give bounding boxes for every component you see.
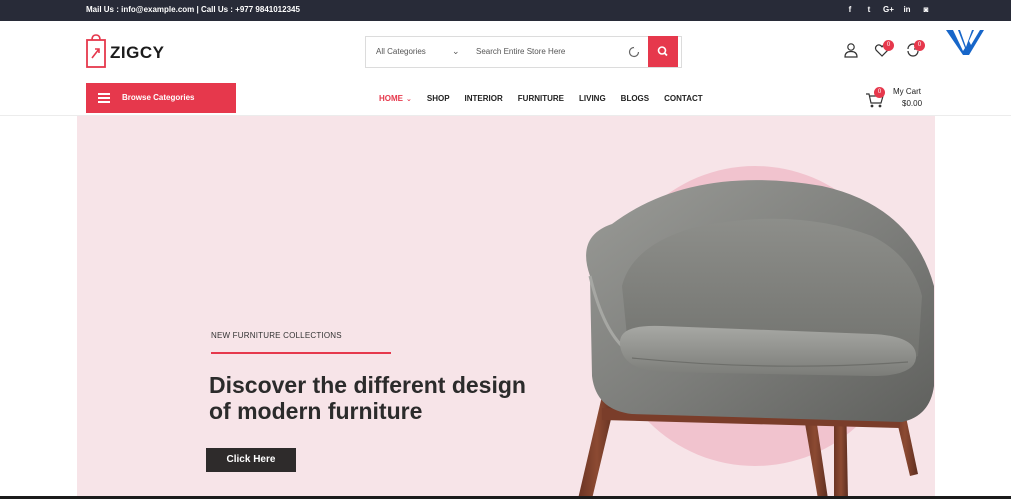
- nav-living[interactable]: LIVING: [579, 94, 606, 103]
- click-here-button[interactable]: Click Here: [206, 448, 296, 472]
- search-input[interactable]: Search Entire Store Here: [466, 37, 622, 67]
- linkedin-icon[interactable]: in: [902, 4, 912, 16]
- menu-icon: [98, 93, 110, 103]
- category-select[interactable]: All Categories ⌄: [366, 37, 466, 67]
- cart-count-badge: 0: [874, 87, 885, 98]
- account-button[interactable]: [843, 42, 859, 58]
- nav-shop[interactable]: SHOP: [427, 94, 450, 103]
- chevron-down-icon: ⌄: [452, 46, 460, 56]
- nav-furniture[interactable]: FURNITURE: [518, 94, 564, 103]
- nav-home[interactable]: HOME ⌄: [379, 94, 412, 103]
- hero-title-line-1: Discover the different design: [209, 372, 526, 398]
- nav-interior[interactable]: INTERIOR: [465, 94, 503, 103]
- hero-title: Discover the different design of modern …: [209, 372, 526, 424]
- user-icon: [844, 43, 858, 58]
- google-plus-icon[interactable]: G+: [883, 4, 894, 16]
- cart-button[interactable]: 0 My Cart $0.00: [865, 86, 931, 110]
- browse-categories-button[interactable]: Browse Categories: [86, 83, 236, 113]
- cart-total: $0.00: [902, 99, 923, 108]
- logo-text: ZIGCY: [110, 43, 165, 62]
- facebook-icon[interactable]: f: [845, 4, 855, 16]
- armchair-image: [578, 180, 934, 499]
- instagram-icon[interactable]: ◙: [921, 4, 931, 16]
- main-nav: HOME ⌄ SHOP INTERIOR FURNITURE LIVING BLO…: [379, 94, 718, 103]
- nav-home-label: HOME: [379, 94, 403, 103]
- browse-categories-label: Browse Categories: [122, 93, 195, 102]
- hero-subtitle: NEW FURNITURE COLLECTIONS: [211, 331, 342, 340]
- nav-blogs[interactable]: BLOGS: [621, 94, 649, 103]
- top-bar: Mail Us : info@example.com | Call Us : +…: [0, 0, 1011, 21]
- hero-accent-line: [211, 352, 391, 354]
- twitter-icon[interactable]: t: [864, 4, 874, 16]
- chevron-down-icon: ⌄: [406, 96, 412, 103]
- search-bar: All Categories ⌄ Search Entire Store Her…: [365, 36, 682, 68]
- compare-count-badge: 0: [914, 40, 925, 51]
- cart-label: My Cart: [893, 87, 921, 96]
- contact-info: Mail Us : info@example.com | Call Us : +…: [86, 5, 300, 14]
- site-logo[interactable]: ZIGCY: [86, 34, 164, 68]
- search-icon: [657, 46, 668, 57]
- hero-banner: NEW FURNITURE COLLECTIONS Discover the d…: [77, 116, 935, 499]
- social-links: f t G+ in ◙: [845, 4, 931, 16]
- wishlist-count-badge: 0: [883, 40, 894, 51]
- brand-watermark-icon: [946, 30, 984, 55]
- hero-title-line-2: of modern furniture: [209, 398, 423, 424]
- shopping-bag-icon: [86, 34, 106, 68]
- loading-spinner-icon: [622, 37, 648, 67]
- category-select-label: All Categories: [376, 47, 426, 56]
- nav-contact[interactable]: CONTACT: [664, 94, 703, 103]
- search-button[interactable]: [648, 36, 678, 67]
